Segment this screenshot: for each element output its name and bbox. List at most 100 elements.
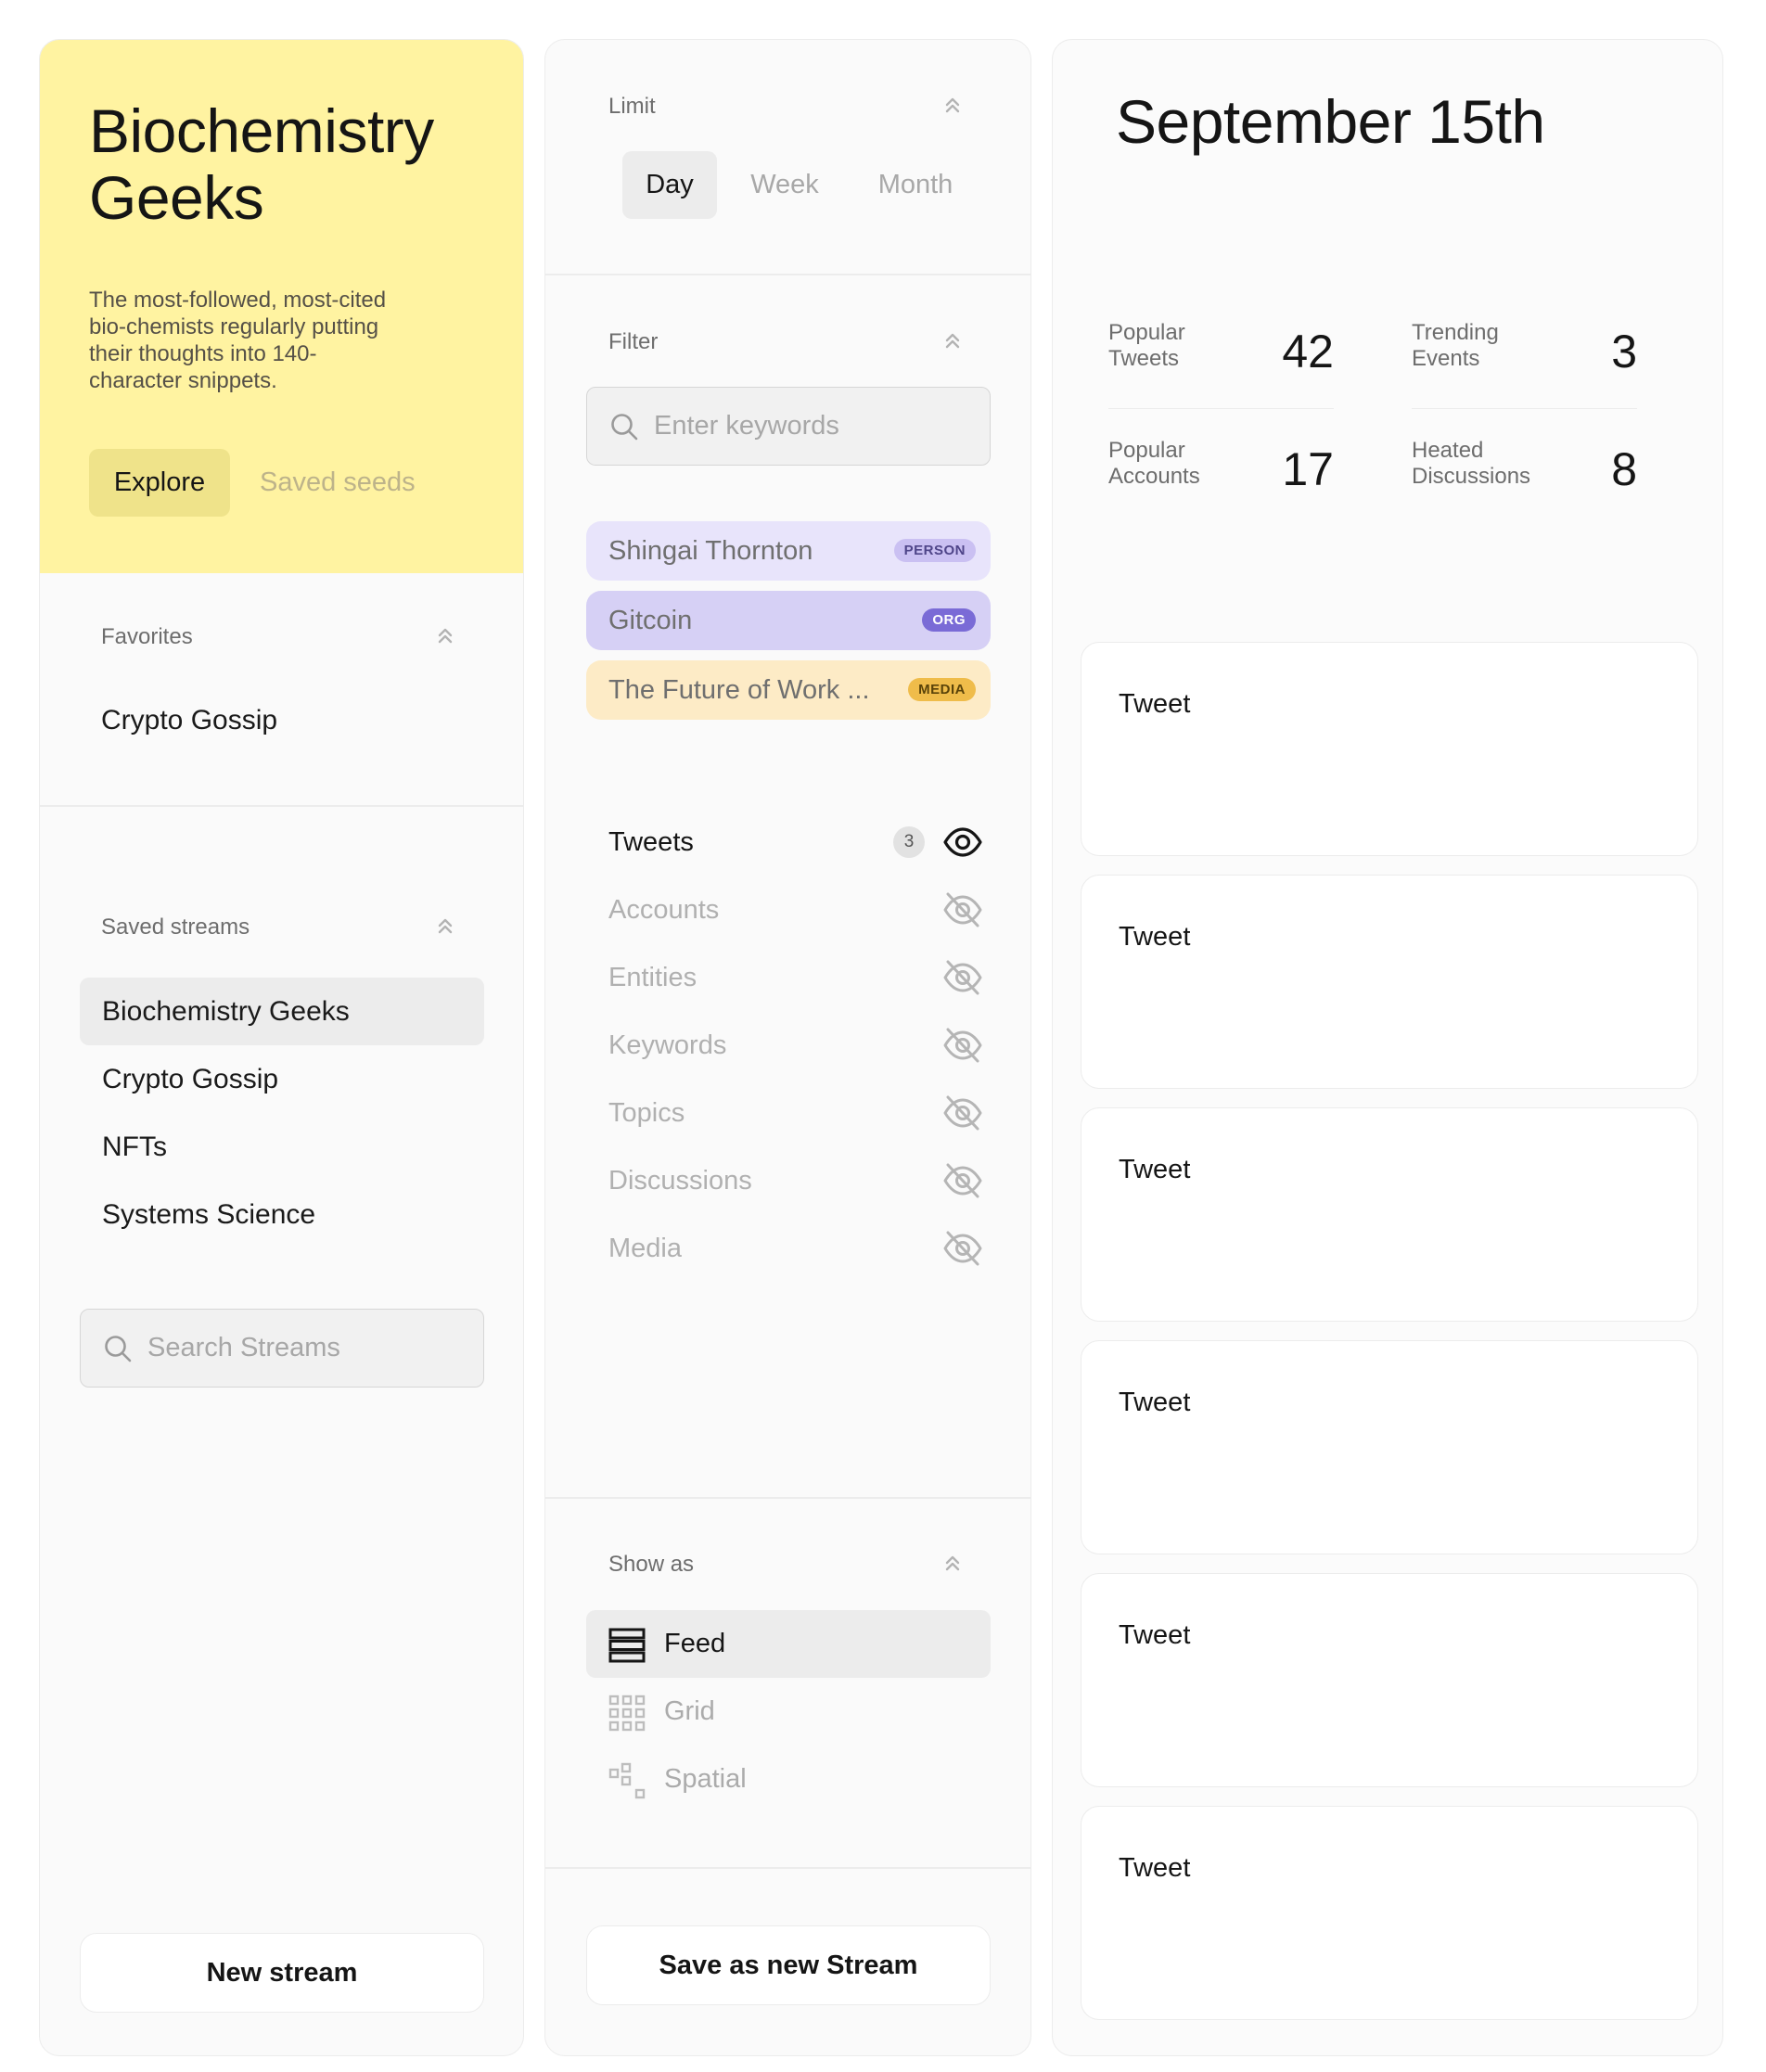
feed-icon <box>608 1627 646 1664</box>
stat-value: 8 <box>1611 443 1637 495</box>
limit-month-option[interactable]: Month <box>851 151 979 219</box>
filter-chip-media[interactable]: The Future of Work ... MEDIA <box>586 660 991 720</box>
stat-value: 3 <box>1611 326 1637 377</box>
tweet-label: Tweet <box>1119 1620 1191 1650</box>
eye-off-icon[interactable] <box>942 890 983 929</box>
tweets-count-badge: 3 <box>893 826 925 858</box>
tab-saved-seeds[interactable]: Saved seeds <box>260 449 482 517</box>
tweet-card[interactable]: Tweet <box>1081 1340 1698 1554</box>
show-as-spatial[interactable]: Spatial <box>586 1746 991 1813</box>
stream-item-biochemistry-geeks[interactable]: Biochemistry Geeks <box>80 978 484 1045</box>
tweet-card[interactable]: Tweet <box>1081 1806 1698 2020</box>
divider <box>545 274 1030 275</box>
search-icon <box>611 414 638 441</box>
stat-popular-accounts[interactable]: Popular Accounts 17 <box>1108 438 1334 512</box>
search-icon <box>105 1336 132 1362</box>
type-label: Tweets <box>608 827 694 857</box>
type-row-topics[interactable]: Topics <box>608 1085 982 1141</box>
tab-explore[interactable]: Explore <box>89 449 230 517</box>
stat-value: 17 <box>1282 443 1334 495</box>
collapse-saved-streams-icon[interactable] <box>435 914 455 937</box>
divider <box>545 1497 1030 1499</box>
show-as-grid[interactable]: Grid <box>586 1678 991 1746</box>
chip-label: Gitcoin <box>608 606 693 635</box>
show-as-heading: Show as <box>608 1552 695 1577</box>
filter-chip-org[interactable]: Gitcoin ORG <box>586 591 991 650</box>
type-row-keywords[interactable]: Keywords <box>608 1017 982 1073</box>
tweet-card[interactable]: Tweet <box>1081 642 1698 856</box>
eye-off-icon[interactable] <box>942 1094 983 1132</box>
eye-icon[interactable] <box>942 823 983 862</box>
stat-label: Trending Events <box>1412 320 1499 371</box>
type-row-media[interactable]: Media <box>608 1221 982 1276</box>
tweet-card[interactable]: Tweet <box>1081 875 1698 1089</box>
saved-streams-heading: Saved streams <box>101 914 250 940</box>
tweet-card[interactable]: Tweet <box>1081 1573 1698 1787</box>
show-as-label: Spatial <box>664 1764 747 1794</box>
stream-item-systems-science[interactable]: Systems Science <box>80 1181 484 1248</box>
tweet-label: Tweet <box>1119 922 1191 952</box>
favorites-heading: Favorites <box>101 624 193 649</box>
type-label: Accounts <box>608 895 720 925</box>
stream-title: Biochemistry Geeks <box>89 96 434 232</box>
divider <box>545 1867 1030 1869</box>
date-title: September 15th <box>1116 87 1545 156</box>
limit-day-option[interactable]: Day <box>622 151 717 219</box>
stream-description: The most-followed, most-cited bio-chemis… <box>89 288 387 393</box>
stat-label: Popular Tweets <box>1108 320 1185 371</box>
stat-popular-tweets[interactable]: Popular Tweets 42 <box>1108 320 1334 409</box>
show-as-label: Grid <box>664 1696 715 1726</box>
stream-hero: Biochemistry Geeks The most-followed, mo… <box>40 40 523 573</box>
tweet-label: Tweet <box>1119 1388 1191 1417</box>
type-label: Discussions <box>608 1166 752 1196</box>
keyword-search-field[interactable] <box>586 387 991 466</box>
limit-week-option[interactable]: Week <box>734 151 836 219</box>
stream-feed: September 15th Popular Tweets 42 Trendin… <box>1052 39 1723 2056</box>
stream-item-nfts[interactable]: NFTs <box>80 1113 484 1181</box>
stream-controls: Limit Day Week Month Filter Shingai Thor… <box>544 39 1031 2056</box>
grid-icon <box>608 1695 646 1732</box>
divider <box>1108 407 1334 409</box>
eye-off-icon[interactable] <box>942 1229 983 1268</box>
new-stream-button[interactable]: New stream <box>80 1933 484 2013</box>
show-as-feed[interactable]: Feed <box>586 1610 991 1678</box>
type-row-tweets[interactable]: Tweets 3 <box>608 814 982 870</box>
tweet-label: Tweet <box>1119 1853 1191 1883</box>
org-badge: ORG <box>922 608 976 632</box>
type-row-accounts[interactable]: Accounts <box>608 882 982 938</box>
filter-chip-person[interactable]: Shingai Thornton PERSON <box>586 521 991 581</box>
streams-sidebar: Biochemistry Geeks The most-followed, mo… <box>39 39 524 2056</box>
collapse-filter-icon[interactable] <box>942 329 963 352</box>
filter-heading: Filter <box>608 329 659 354</box>
media-badge: MEDIA <box>908 678 976 701</box>
eye-off-icon[interactable] <box>942 1161 983 1200</box>
stat-label: Popular Accounts <box>1108 438 1200 489</box>
tweet-card[interactable]: Tweet <box>1081 1107 1698 1322</box>
search-streams-input[interactable] <box>147 1310 467 1386</box>
stat-label: Heated Discussions <box>1412 438 1531 489</box>
divider <box>1412 407 1637 409</box>
type-label: Entities <box>608 963 697 992</box>
stat-heated-discussions[interactable]: Heated Discussions 8 <box>1412 438 1637 512</box>
stat-value: 42 <box>1282 326 1334 377</box>
type-label: Topics <box>608 1098 685 1128</box>
show-as-label: Feed <box>664 1629 726 1658</box>
favorite-item-crypto-gossip[interactable]: Crypto Gossip <box>79 686 483 754</box>
tweet-label: Tweet <box>1119 689 1191 719</box>
type-row-entities[interactable]: Entities <box>608 950 982 1005</box>
type-label: Media <box>608 1234 682 1263</box>
stat-trending-events[interactable]: Trending Events 3 <box>1412 320 1637 409</box>
divider <box>40 805 523 807</box>
search-streams-field[interactable] <box>80 1309 484 1388</box>
collapse-limit-icon[interactable] <box>942 94 963 116</box>
collapse-show-as-icon[interactable] <box>942 1552 963 1574</box>
person-badge: PERSON <box>893 539 976 562</box>
keyword-search-input[interactable] <box>654 388 973 464</box>
eye-off-icon[interactable] <box>942 958 983 997</box>
stream-item-crypto-gossip[interactable]: Crypto Gossip <box>80 1045 484 1113</box>
type-row-discussions[interactable]: Discussions <box>608 1153 982 1209</box>
save-as-new-stream-button[interactable]: Save as new Stream <box>586 1925 991 2005</box>
collapse-favorites-icon[interactable] <box>435 624 455 646</box>
chip-label: The Future of Work ... <box>608 675 870 705</box>
eye-off-icon[interactable] <box>942 1026 983 1065</box>
